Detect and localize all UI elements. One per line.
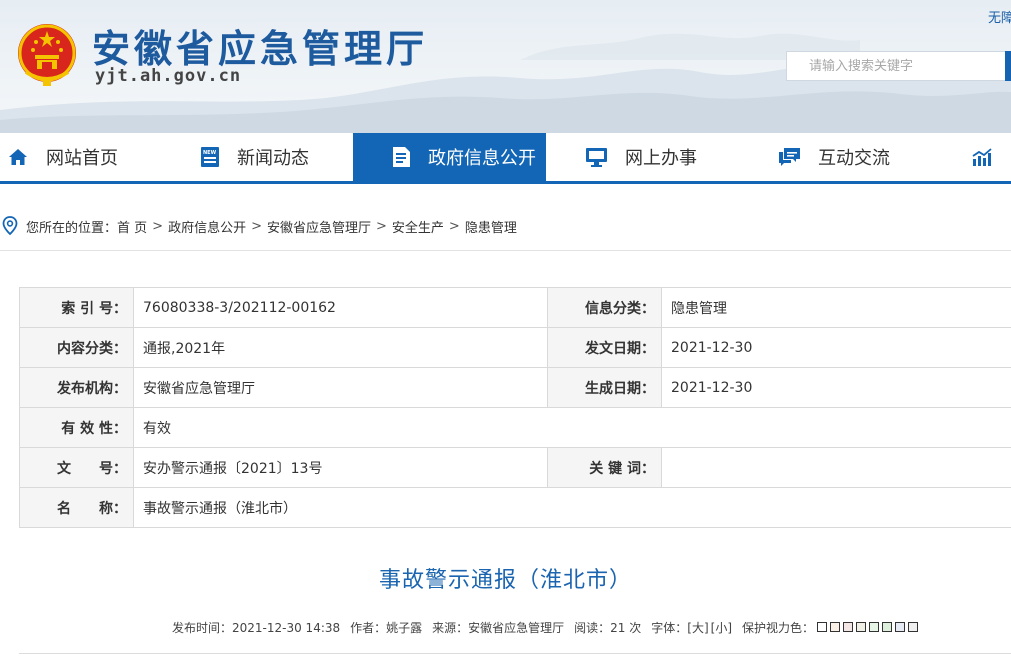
breadcrumb-separator: > xyxy=(152,218,164,234)
color-swatch[interactable] xyxy=(830,621,841,632)
doc-name-value: 事故警示通报（淮北市） xyxy=(133,487,1011,528)
eye-protect-label: 保护视力色： xyxy=(742,621,815,635)
category-label: 信息分类： xyxy=(547,287,662,328)
home-icon xyxy=(9,149,27,165)
breadcrumb-separator: > xyxy=(251,218,262,234)
table-row: 文 号： 安办警示通报〔2021〕13号 关 键 词： xyxy=(19,447,1011,488)
nav-item-news[interactable]: NEW 新闻动态 xyxy=(201,133,309,181)
breadcrumb-gov-info[interactable]: 政府信息公开 xyxy=(168,217,246,236)
color-swatch[interactable] xyxy=(856,621,867,632)
doc-number-label: 文 号： xyxy=(19,447,134,488)
news-icon: NEW xyxy=(201,147,219,167)
svg-text:NEW: NEW xyxy=(203,150,217,156)
table-row: 内容分类： 通报,2021年 发文日期： 2021-12-30 xyxy=(19,327,1011,368)
generated-date-label: 生成日期： xyxy=(547,367,662,408)
document-icon xyxy=(393,147,410,167)
site-header: 安徽省应急管理厅 yjt.ah.gov.cn 无障 xyxy=(0,0,1011,133)
nav-item-online-service[interactable]: 网上办事 xyxy=(586,133,697,181)
table-row: 名 称： 事故警示通报（淮北市） xyxy=(19,487,1011,528)
location-pin-icon xyxy=(2,216,18,236)
keywords-value xyxy=(661,447,1011,488)
font-small-button[interactable]: [小] xyxy=(711,619,732,636)
nav-item-label: 政府信息公开 xyxy=(428,148,536,169)
article-author: 作者：姚子露 xyxy=(350,621,423,635)
nav-item-label: 新闻动态 xyxy=(237,148,309,169)
breadcrumb-safety[interactable]: 安全生产 xyxy=(392,217,444,236)
breadcrumb-separator: > xyxy=(376,218,387,234)
nav-item-gov-info[interactable]: 政府信息公开 xyxy=(353,133,546,181)
color-swatch[interactable] xyxy=(908,621,919,632)
table-row: 索 引 号： 76080338-3/202112-00162 信息分类： 隐患管… xyxy=(19,287,1011,328)
font-size-label: 字体： xyxy=(651,621,688,635)
breadcrumb: 您所在的位置： 首 页 > 政府信息公开 > 安徽省应急管理厅 > 安全生产 >… xyxy=(0,212,1011,240)
color-swatch[interactable] xyxy=(895,621,906,632)
doc-name-label: 名 称： xyxy=(19,487,134,528)
nav-item-interaction[interactable]: 互动交流 xyxy=(779,133,890,181)
publish-time: 发布时间：2021-12-30 14:38 xyxy=(172,621,341,635)
color-swatch[interactable] xyxy=(869,621,880,632)
site-title[interactable]: 安徽省应急管理厅 xyxy=(92,18,428,73)
search-button[interactable] xyxy=(1005,51,1011,81)
index-label: 索 引 号： xyxy=(19,287,134,328)
issue-date-value: 2021-12-30 xyxy=(661,327,1011,368)
accessibility-link[interactable]: 无障 xyxy=(988,7,1011,26)
doc-number-value: 安办警示通报〔2021〕13号 xyxy=(133,447,548,488)
nav-item-label: 网站首页 xyxy=(46,148,118,169)
article-title: 事故警示通报（淮北市） xyxy=(378,568,632,593)
table-row: 发布机构： 安徽省应急管理厅 生成日期： 2021-12-30 xyxy=(19,367,1011,408)
nav-item-data[interactable] xyxy=(972,133,1010,181)
category-value: 隐患管理 xyxy=(661,287,1011,328)
validity-value: 有效 xyxy=(133,407,1011,448)
publisher-value: 安徽省应急管理厅 xyxy=(133,367,548,408)
national-emblem-icon xyxy=(18,24,76,86)
read-count: 阅读：21 次 xyxy=(574,621,642,635)
content-divider xyxy=(19,653,1011,654)
color-swatch[interactable] xyxy=(843,621,854,632)
color-swatch[interactable] xyxy=(882,621,893,632)
validity-label: 有 效 性： xyxy=(19,407,134,448)
content-type-label: 内容分类： xyxy=(19,327,134,368)
table-row: 有 效 性： 有效 xyxy=(19,407,1011,448)
font-large-button[interactable]: [大] xyxy=(687,619,708,636)
main-nav: 网站首页 NEW 新闻动态 政府信息公开 网上办事 互动交流 xyxy=(0,133,1011,184)
eye-protect-swatches xyxy=(814,621,919,635)
article-source: 来源：安徽省应急管理厅 xyxy=(432,621,565,635)
nav-item-home[interactable]: 网站首页 xyxy=(8,133,118,181)
breadcrumb-divider xyxy=(0,250,1011,251)
index-value: 76080338-3/202112-00162 xyxy=(133,287,548,328)
breadcrumb-home[interactable]: 首 页 xyxy=(117,217,147,236)
content-type-value: 通报,2021年 xyxy=(133,327,548,368)
nav-item-label: 网上办事 xyxy=(625,148,697,169)
color-swatch[interactable] xyxy=(817,621,828,632)
publisher-label: 发布机构： xyxy=(19,367,134,408)
site-domain: yjt.ah.gov.cn xyxy=(95,66,242,86)
issue-date-label: 发文日期： xyxy=(547,327,662,368)
chat-icon xyxy=(779,147,800,166)
keywords-label: 关 键 词： xyxy=(547,447,662,488)
document-meta-table: 索 引 号： 76080338-3/202112-00162 信息分类： 隐患管… xyxy=(19,287,1011,528)
breadcrumb-separator: > xyxy=(448,218,460,234)
monitor-icon xyxy=(586,147,607,167)
breadcrumb-hazard[interactable]: 隐患管理 xyxy=(465,217,517,236)
search-input[interactable] xyxy=(786,51,1005,81)
nav-item-label: 互动交流 xyxy=(818,148,890,169)
breadcrumb-prefix: 您所在的位置： xyxy=(26,220,118,236)
article-info-bar: 发布时间：2021-12-30 14:38 作者：姚子露 来源：安徽省应急管理厅… xyxy=(172,619,919,636)
breadcrumb-department[interactable]: 安徽省应急管理厅 xyxy=(267,217,371,236)
chart-icon xyxy=(972,147,992,166)
generated-date-value: 2021-12-30 xyxy=(661,367,1011,408)
